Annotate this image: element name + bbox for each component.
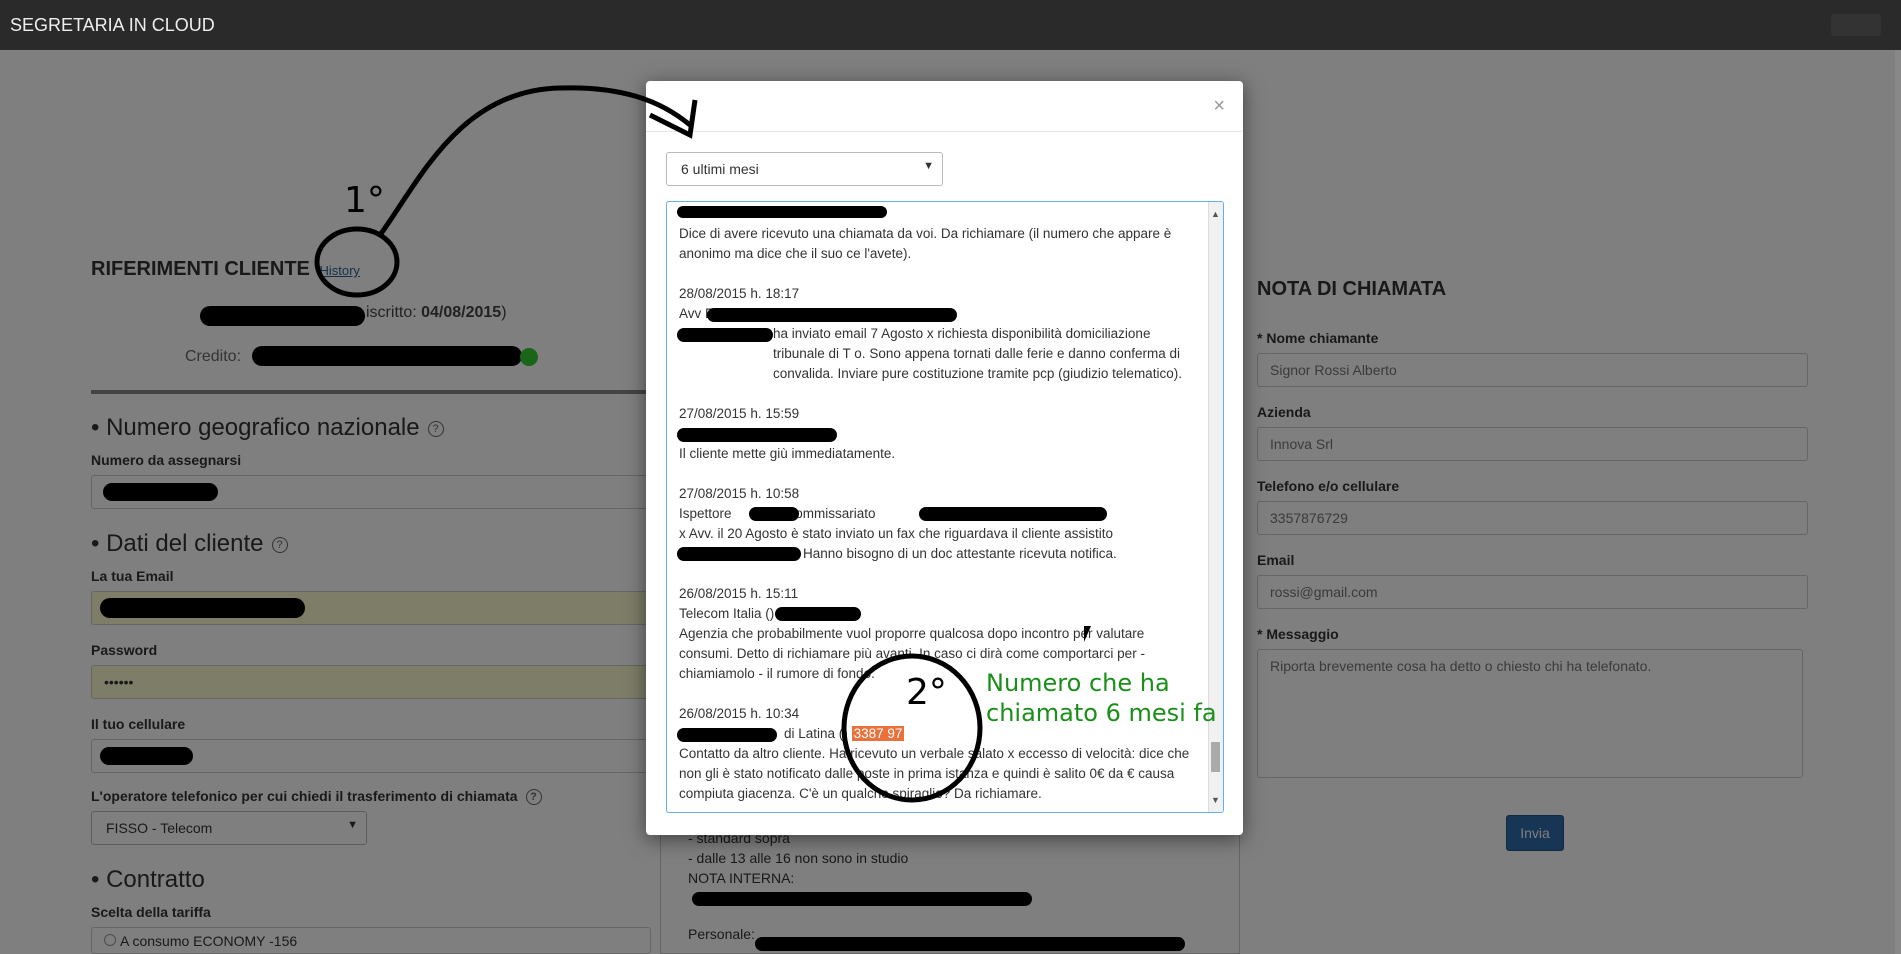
entry-text: Contatto da altro cliente. Ha ricevuto u… bbox=[679, 746, 1190, 801]
annotation-note-line2: chiamato 6 mesi fa bbox=[986, 699, 1217, 727]
scroll-up-icon[interactable]: ▲ bbox=[1211, 204, 1220, 224]
redacted-entry bbox=[677, 328, 773, 342]
user-menu[interactable] bbox=[1831, 14, 1881, 36]
annotation-note: Numero che ha chiamato 6 mesi fa bbox=[986, 668, 1217, 728]
chevron-down-icon: ▼ bbox=[923, 160, 934, 172]
redacted-entry bbox=[775, 607, 861, 621]
caller-number[interactable]: 3387 97 bbox=[851, 726, 905, 741]
scroll-down-icon[interactable]: ▼ bbox=[1211, 790, 1220, 810]
entry-text: Dice di avere ricevuto una chiamata da v… bbox=[679, 226, 1172, 261]
app-header: SEGRETARIA IN CLOUD bbox=[0, 0, 1901, 50]
scrollbar-thumb[interactable] bbox=[1211, 742, 1220, 772]
period-select[interactable]: 6 ultimi mesi ▼ bbox=[666, 152, 943, 186]
app-title[interactable]: SEGRETARIA IN CLOUD bbox=[10, 15, 215, 35]
entry-text: x Avv. il 20 Agosto è stato inviato un f… bbox=[679, 526, 1113, 541]
annotation-first: 1° bbox=[344, 180, 385, 221]
redacted-entry bbox=[677, 206, 887, 218]
redacted-entry bbox=[749, 507, 799, 521]
entry-date: 28/08/2015 h. 18:17 bbox=[679, 286, 800, 301]
modal-header: × bbox=[646, 81, 1243, 132]
entry-text: Il cliente mette giù immediatamente. bbox=[679, 446, 896, 461]
entry-date: 27/08/2015 h. 10:58 bbox=[679, 486, 800, 501]
redacted-entry bbox=[919, 507, 1107, 521]
entry-name-b: ommissariato bbox=[795, 506, 876, 521]
period-select-value: 6 ultimi mesi bbox=[681, 161, 759, 177]
close-icon[interactable]: × bbox=[1213, 95, 1225, 118]
entry-date: 27/08/2015 h. 15:59 bbox=[679, 406, 800, 421]
page-scrollbar[interactable] bbox=[1895, 50, 1901, 954]
redacted-entry bbox=[707, 308, 957, 322]
redacted-entry bbox=[677, 547, 801, 561]
annotation-second: 2° bbox=[906, 672, 947, 713]
history-entry: Dice di avere ricevuto una chiamata da v… bbox=[679, 224, 1199, 264]
mouse-cursor-icon bbox=[1084, 626, 1091, 642]
redacted-entry bbox=[677, 428, 837, 442]
entry-date: 26/08/2015 h. 15:11 bbox=[679, 586, 799, 601]
entry-name-a: Ispettore bbox=[679, 506, 732, 521]
annotation-note-line1: Numero che ha bbox=[986, 669, 1170, 697]
entry-name: Telecom Italia () bbox=[679, 606, 775, 621]
redacted-entry bbox=[677, 728, 777, 742]
